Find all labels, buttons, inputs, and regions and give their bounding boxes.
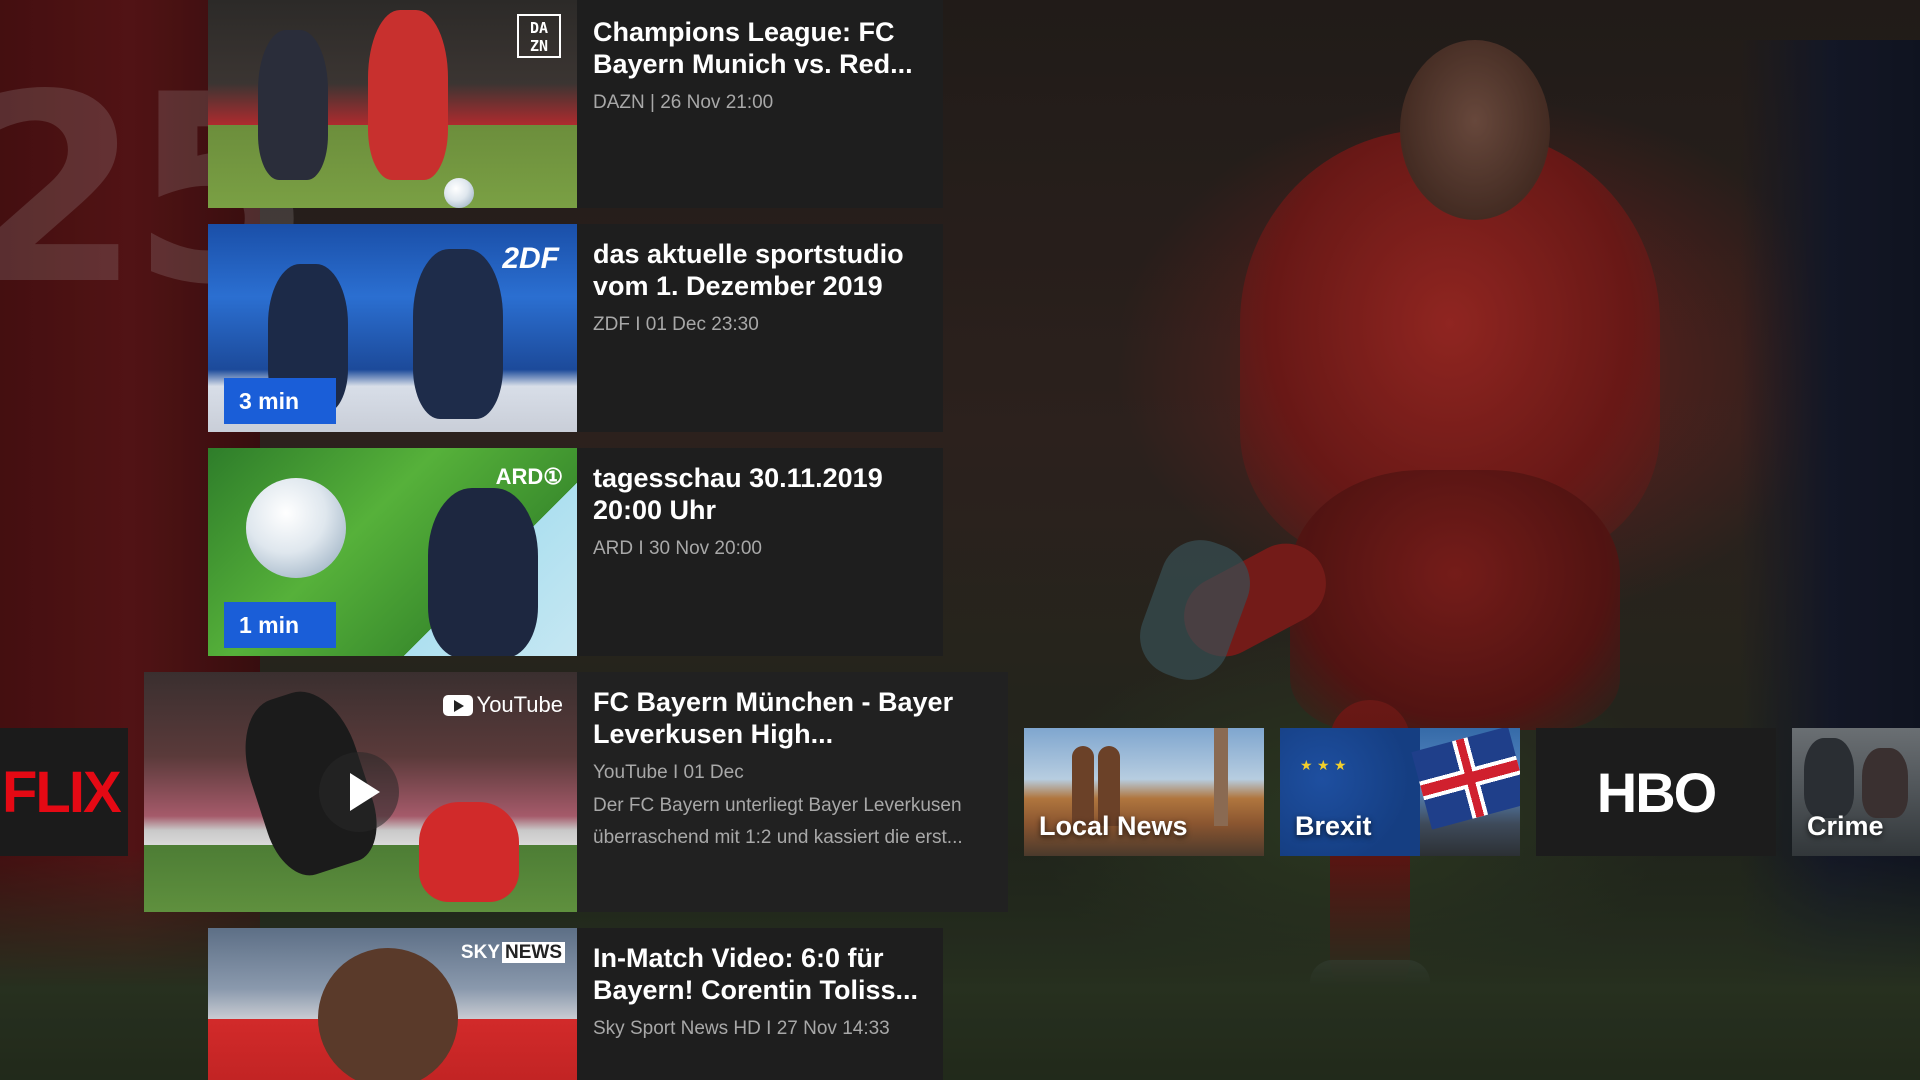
player-figure-thumb xyxy=(258,30,328,180)
zdf-logo-icon: 2DF xyxy=(502,242,559,275)
content-card-youtube-focused[interactable]: YouTube FC Bayern München - Bayer Leverk… xyxy=(144,672,1008,912)
hbo-logo-text: HBO xyxy=(1596,760,1717,824)
dazn-logo-line-2: ZN xyxy=(529,37,549,55)
card-meta: DAZN | 26 Nov 21:00 xyxy=(593,92,774,113)
dazn-logo-line-1: DA xyxy=(529,19,549,37)
person-figure-thumb xyxy=(1862,748,1908,818)
content-card-zdf[interactable]: 2DF 3 min das aktuelle sportstudio vom 1… xyxy=(208,224,943,432)
card-title: das aktuelle sportstudio vom 1. Dezember… xyxy=(593,239,904,301)
skynews-logo-news: NEWS xyxy=(502,942,565,963)
youtube-play-badge-icon xyxy=(442,694,473,716)
card-title: tagesschau 30.11.2019 20:00 Uhr xyxy=(593,463,883,525)
card-title: FC Bayern München - Bayer Leverkusen Hig… xyxy=(593,687,954,749)
player-figure-thumb xyxy=(318,948,458,1080)
person-figure-thumb xyxy=(1804,738,1854,818)
card-thumbnail: ARD① 1 min xyxy=(208,448,577,656)
card-thumbnail: SKY NEWS xyxy=(208,928,577,1080)
skynews-logo-icon: SKY NEWS xyxy=(461,942,565,964)
card-title: Champions League: FC Bayern Munich vs. R… xyxy=(593,17,913,79)
tile-label: Brexit xyxy=(1295,811,1372,841)
play-icon[interactable] xyxy=(319,752,399,832)
player-figure-thumb xyxy=(368,10,448,180)
youtube-logo-icon: YouTube xyxy=(442,692,563,718)
uk-flag-graphic xyxy=(1411,728,1520,830)
presenter-figure xyxy=(428,488,538,656)
player-figure-thumb xyxy=(419,802,519,902)
card-info: das aktuelle sportstudio vom 1. Dezember… xyxy=(577,224,943,432)
card-meta: ZDF I 01 Dec 23:30 xyxy=(593,314,759,335)
duration-badge: 3 min xyxy=(224,378,336,424)
card-thumbnail: DA ZN xyxy=(208,0,577,208)
tile-label: Local News xyxy=(1039,811,1188,841)
netflix-logo-text: FLIX xyxy=(2,759,122,825)
tile-brexit[interactable]: Brexit xyxy=(1280,728,1520,856)
dazn-logo-icon: DA ZN xyxy=(517,14,561,58)
content-card-dazn[interactable]: DA ZN Champions League: FC Bayern Munich… xyxy=(208,0,943,208)
tile-local-news[interactable]: Local News xyxy=(1024,728,1264,856)
youtube-logo-text: YouTube xyxy=(476,692,563,717)
card-info: FC Bayern München - Bayer Leverkusen Hig… xyxy=(577,672,1008,912)
skynews-logo-sky: SKY xyxy=(460,942,500,963)
tile-hbo[interactable]: HBO xyxy=(1536,728,1776,856)
presenter-figure xyxy=(413,249,503,419)
card-thumbnail: 2DF 3 min xyxy=(208,224,577,432)
content-card-ard[interactable]: ARD① 1 min tagesschau 30.11.2019 20:00 U… xyxy=(208,448,943,656)
football-graphic xyxy=(246,478,346,578)
card-info: In-Match Video: 6:0 für Bayern! Corentin… xyxy=(577,928,943,1080)
card-meta: YouTube I 01 Dec xyxy=(593,762,744,783)
football-graphic xyxy=(444,178,474,208)
netflix-tile[interactable]: FLIX xyxy=(0,728,128,856)
card-title: In-Match Video: 6:0 für Bayern! Corentin… xyxy=(593,943,919,1005)
content-card-skynews[interactable]: SKY NEWS In-Match Video: 6:0 für Bayern! … xyxy=(208,928,943,1080)
card-meta: Sky Sport News HD I 27 Nov 14:33 xyxy=(593,1018,890,1039)
duration-badge: 1 min xyxy=(224,602,336,648)
ard-logo-icon: ARD① xyxy=(495,464,563,489)
card-info: Champions League: FC Bayern Munich vs. R… xyxy=(577,0,943,208)
tile-crime[interactable]: Crime xyxy=(1792,728,1920,856)
spire-graphic xyxy=(1214,728,1228,826)
card-thumbnail: YouTube xyxy=(144,672,577,912)
card-description: Der FC Bayern unterliegt Bayer Leverkuse… xyxy=(593,795,963,848)
tile-label: Crime xyxy=(1807,811,1884,841)
card-info: tagesschau 30.11.2019 20:00 Uhr ARD I 30… xyxy=(577,448,943,656)
card-meta: ARD I 30 Nov 20:00 xyxy=(593,538,762,559)
